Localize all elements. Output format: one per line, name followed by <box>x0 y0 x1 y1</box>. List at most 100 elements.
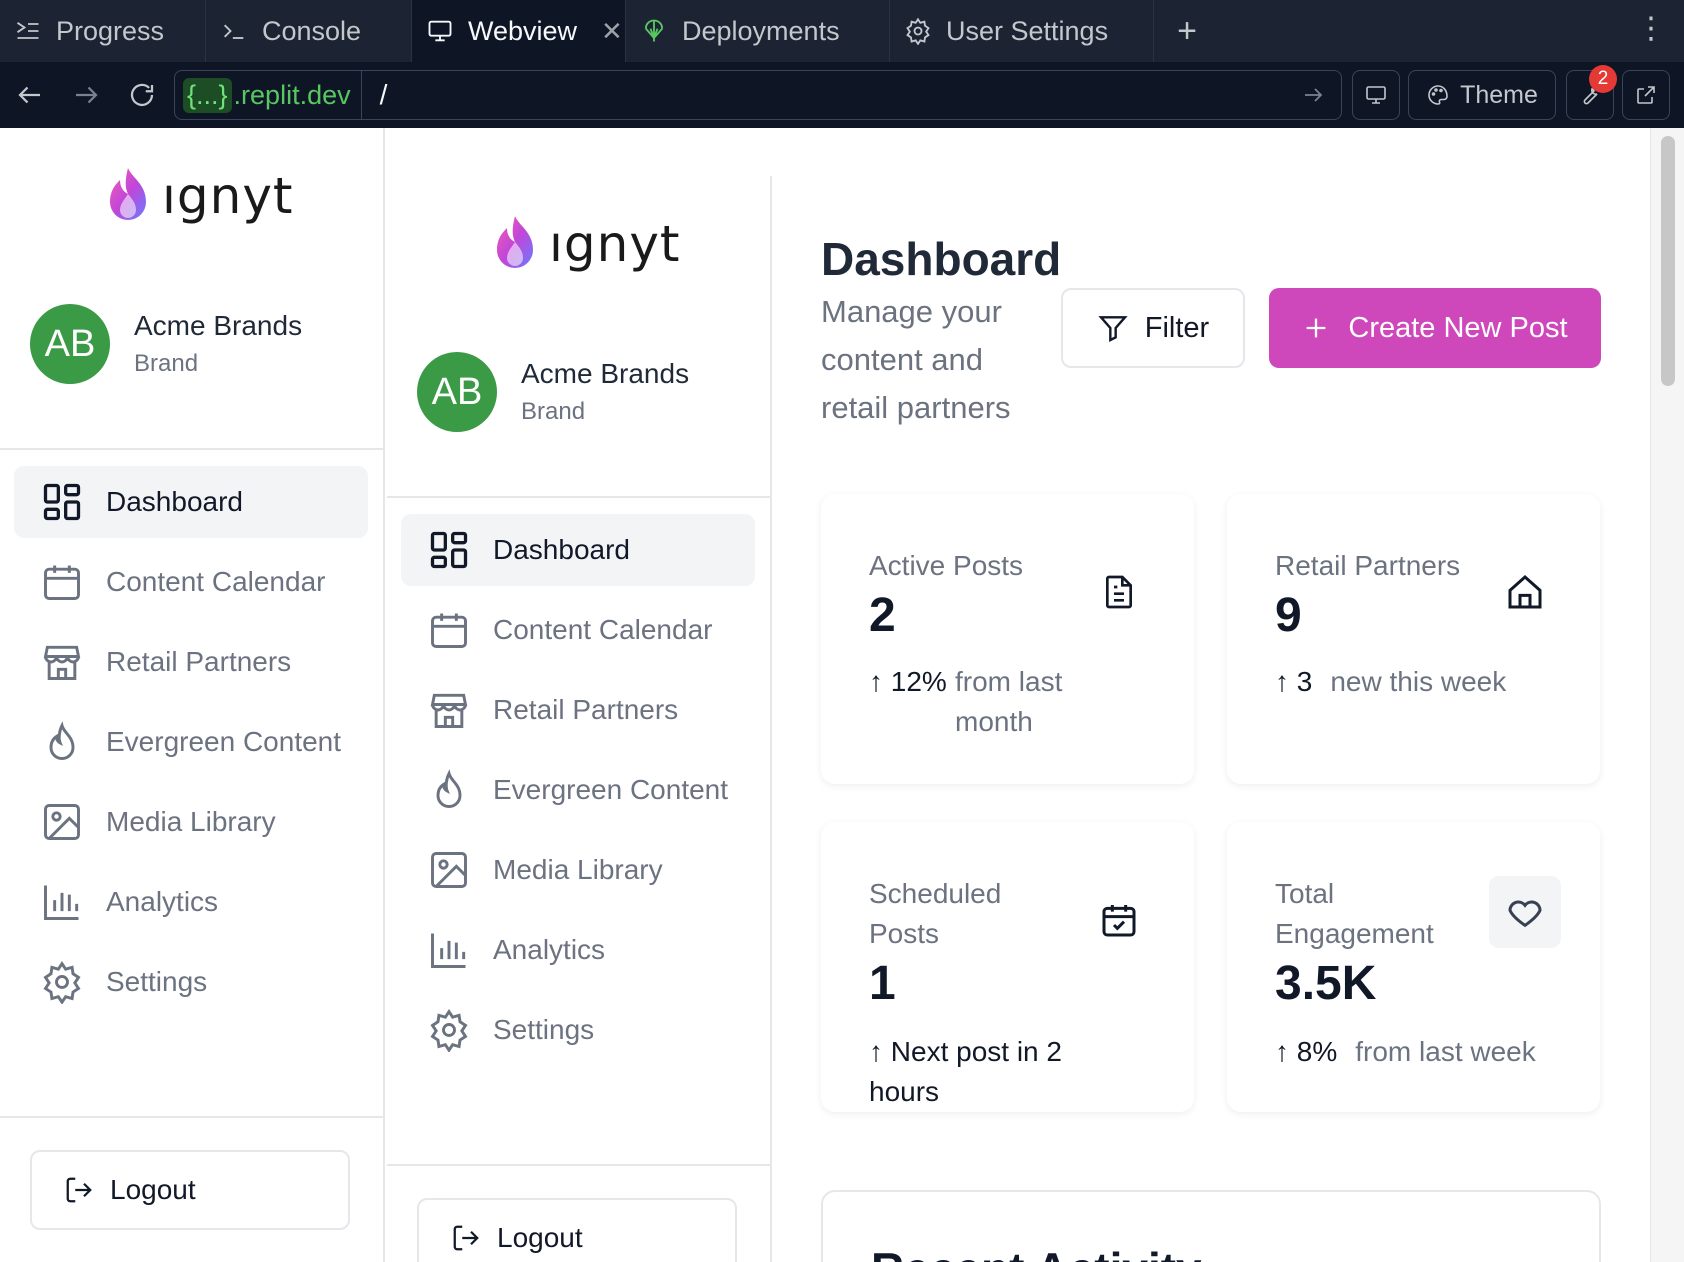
address-path[interactable]: / <box>362 79 1301 111</box>
sidebar-item-analytics[interactable]: Analytics <box>401 914 755 986</box>
tab-deployments[interactable]: Deployments <box>626 0 890 62</box>
tab-progress[interactable]: Progress <box>0 0 206 62</box>
sidebar-duplicate: ıgnyt AB Acme Brands Brand Dashboard Con… <box>387 176 772 1262</box>
logout-icon <box>66 1177 92 1203</box>
address-field[interactable]: {...} .replit.dev / <box>174 70 1342 120</box>
sidebar-item-evergreen-content[interactable]: Evergreen Content <box>401 754 755 826</box>
stat-card-scheduled-posts: Scheduled Posts 1 ↑ Next post in 2 hours <box>821 822 1194 1112</box>
sidebar-item-analytics[interactable]: Analytics <box>14 866 368 938</box>
reload-button[interactable] <box>114 67 170 123</box>
close-icon[interactable]: ✕ <box>601 16 623 47</box>
image-icon <box>44 804 80 840</box>
trend-text: new this week <box>1330 666 1507 697</box>
logout-button[interactable]: Logout <box>30 1150 350 1230</box>
divider <box>387 1164 772 1166</box>
sidebar-item-label: Analytics <box>106 886 219 917</box>
terminal-icon <box>224 24 244 39</box>
stat-card-total-engagement: Total Engagement 3.5K ↑ 8% from last wee… <box>1227 822 1600 1112</box>
external-link-icon <box>1637 86 1655 104</box>
avatar: AB <box>30 304 110 384</box>
main-content: Dashboard Manage your content and retail… <box>773 128 1650 1262</box>
heart-icon[interactable] <box>1489 876 1561 948</box>
brand-wordmark: ıgnyt <box>549 215 681 273</box>
go-arrow-icon[interactable] <box>1301 83 1341 107</box>
sidebar-item-dashboard[interactable]: Dashboard <box>401 514 755 586</box>
sidebar-item-settings[interactable]: Settings <box>14 946 368 1018</box>
trend-value: ↑ Next post in 2 hours <box>869 1036 1062 1107</box>
stat-card-active-posts: Active Posts 2 ↑ 12% from last month <box>821 494 1194 784</box>
open-external-button[interactable] <box>1622 70 1670 120</box>
recent-activity-card: Recent Activity <box>821 1190 1601 1262</box>
stat-trend: ↑ 12% from last month <box>869 662 1105 742</box>
progress-icon <box>16 22 39 39</box>
sidebar: ıgnyt AB Acme Brands Brand Dashboard Con… <box>0 128 385 1262</box>
trend-value: ↑ 8% <box>1275 1036 1338 1067</box>
device-preview-button[interactable] <box>1352 70 1400 120</box>
bar-chart-icon <box>44 885 79 920</box>
tab-bar: Progress Console Webview ✕ Deployments U… <box>0 0 1684 62</box>
brand-logo[interactable]: ıgnyt <box>489 212 681 276</box>
new-tab-button[interactable]: + <box>1154 0 1220 62</box>
sidebar-item-label: Media Library <box>106 806 276 837</box>
page-subtitle: Manage your content and retail partners <box>821 294 1011 425</box>
stat-value: 2 <box>869 589 896 642</box>
more-options-icon[interactable]: ⋮ <box>1636 14 1666 44</box>
filter-button[interactable]: Filter <box>1061 288 1245 368</box>
logout-label: Logout <box>110 1174 196 1205</box>
sidebar-item-label: Retail Partners <box>493 694 679 725</box>
profile-role: Brand <box>521 398 586 425</box>
sidebar-item-content-calendar[interactable]: Content Calendar <box>401 594 755 666</box>
sidebar-item-media-library[interactable]: Media Library <box>401 834 755 906</box>
sidebar-item-label: Dashboard <box>106 486 243 517</box>
stat-value: 9 <box>1275 589 1302 642</box>
logout-label: Logout <box>497 1222 583 1253</box>
tab-console[interactable]: Console <box>206 0 412 62</box>
sidebar-item-label: Content Calendar <box>106 566 326 597</box>
profile-name: Acme Brands <box>134 310 303 341</box>
create-label: Create New Post <box>1348 311 1568 344</box>
divider <box>387 496 772 498</box>
sidebar-item-retail-partners[interactable]: Retail Partners <box>14 626 368 698</box>
sidebar-item-media-library[interactable]: Media Library <box>14 786 368 858</box>
create-new-post-button[interactable]: Create New Post <box>1269 288 1601 368</box>
flame-logo-icon <box>497 216 533 268</box>
profile-block: AB Acme Brands Brand <box>30 304 302 384</box>
sidebar-item-evergreen-content[interactable]: Evergreen Content <box>14 706 368 778</box>
filter-icon <box>1098 316 1128 342</box>
filter-label: Filter <box>1144 311 1210 344</box>
sidebar-item-settings[interactable]: Settings <box>401 994 755 1066</box>
monitor-icon <box>1366 86 1386 104</box>
sidebar-item-retail-partners[interactable]: Retail Partners <box>401 674 755 746</box>
plus-icon <box>1307 318 1326 338</box>
image-icon <box>431 852 467 888</box>
back-button[interactable] <box>2 67 58 123</box>
reload-icon <box>130 83 154 107</box>
tab-label: Console <box>262 15 362 46</box>
theme-button[interactable]: Theme <box>1408 70 1556 120</box>
flame-icon <box>49 721 75 760</box>
store-icon <box>430 693 468 728</box>
logout-button[interactable]: Logout <box>417 1198 737 1262</box>
devtools-button[interactable]: 2 <box>1566 65 1617 120</box>
brand-wordmark: ıgnyt <box>162 167 294 225</box>
tab-webview[interactable]: Webview ✕ <box>412 0 626 62</box>
page-title: Dashboard <box>821 233 1062 285</box>
scrollbar[interactable] <box>1650 128 1684 1262</box>
host-braces: {...} <box>183 77 232 113</box>
trend-text: from last month <box>955 666 1063 737</box>
tab-user-settings[interactable]: User Settings <box>890 0 1154 62</box>
sidebar-item-content-calendar[interactable]: Content Calendar <box>14 546 368 618</box>
notification-badge: 2 <box>1589 65 1617 93</box>
gear-icon <box>906 17 930 45</box>
trend-text: from last week <box>1355 1036 1536 1067</box>
avatar: AB <box>417 352 497 432</box>
scroll-thumb[interactable] <box>1661 136 1675 386</box>
sidebar-item-label: Settings <box>493 1014 595 1045</box>
sidebar-item-label: Media Library <box>493 854 663 885</box>
forward-button[interactable] <box>58 67 114 123</box>
brand-logo[interactable]: ıgnyt <box>102 164 294 228</box>
sidebar-item-dashboard[interactable]: Dashboard <box>14 466 368 538</box>
bar-chart-icon <box>431 933 466 968</box>
sidebar-nav: Dashboard Content Calendar Retail Partne… <box>401 514 755 1074</box>
document-icon <box>1083 556 1155 628</box>
